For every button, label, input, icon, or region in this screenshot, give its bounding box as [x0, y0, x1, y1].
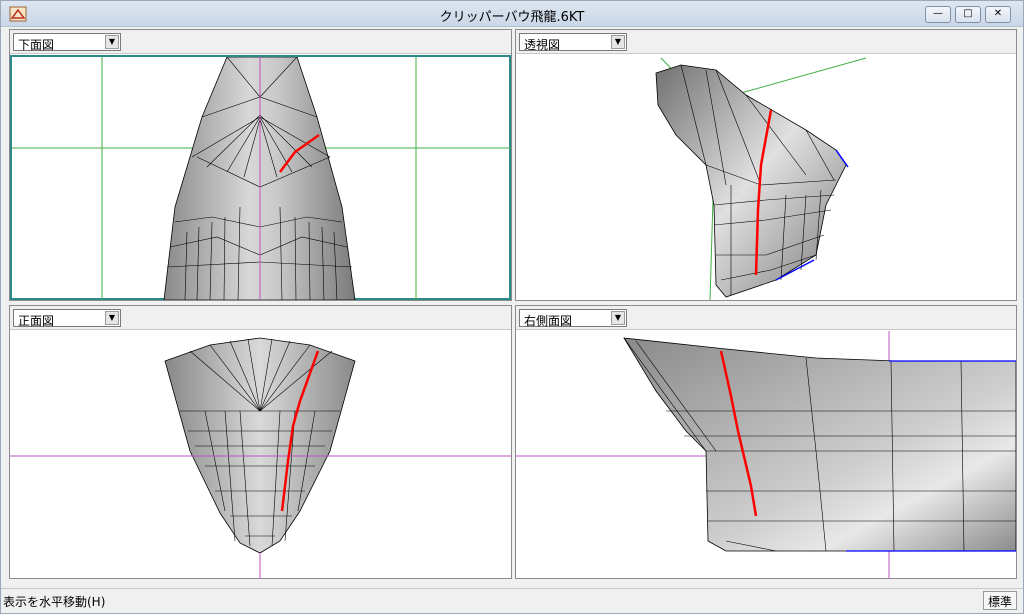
view-select-label: 透視図	[524, 38, 561, 52]
pane-perspective-view: 透視図 ▼	[515, 29, 1017, 301]
pane-bottom-view: 下面図 ▼	[9, 29, 512, 301]
pane-front-view: 正面図 ▼	[9, 305, 512, 579]
hull-surface	[164, 337, 356, 554]
minimize-button[interactable]: —	[925, 6, 951, 23]
view-select-perspective[interactable]: 透視図 ▼	[519, 33, 627, 52]
pane-toolbar: 右側面図 ▼	[516, 306, 1016, 330]
view-select-label: 右側面図	[524, 314, 573, 328]
viewport-right-side[interactable]	[516, 331, 1016, 578]
viewport-front[interactable]	[10, 331, 511, 578]
chevron-down-icon[interactable]: ▼	[611, 35, 625, 49]
hull-bottom-view	[12, 57, 511, 300]
pane-right-side-view: 右側面図 ▼	[515, 305, 1017, 579]
maximize-button[interactable]: □	[955, 6, 981, 23]
view-select-label: 正面図	[18, 314, 55, 328]
pane-toolbar: 正面図 ▼	[10, 306, 511, 330]
status-mode-badge: 標準	[982, 591, 1017, 610]
close-button[interactable]: ✕	[985, 6, 1011, 23]
hull-front-view	[10, 337, 511, 578]
hull-side-view	[516, 331, 1016, 578]
view-select-bottom[interactable]: 下面図 ▼	[13, 33, 121, 52]
viewport-bottom[interactable]	[10, 55, 511, 300]
app-window: クリッパーバウ飛龍.6KT — □ ✕ 下面図 ▼ 透視図 ▼ 正面図 ▼ 右側…	[0, 0, 1024, 614]
axis-line	[740, 57, 867, 94]
view-select-right[interactable]: 右側面図 ▼	[519, 309, 627, 328]
pane-toolbar: 下面図 ▼	[10, 30, 511, 54]
window-title: クリッパーバウ飛龍.6KT	[439, 10, 585, 25]
pane-toolbar: 透視図 ▼	[516, 30, 1016, 54]
status-text: 表示を水平移動(H)	[3, 595, 106, 609]
status-bar: 表示を水平移動(H) 標準	[1, 588, 1023, 613]
chevron-down-icon[interactable]: ▼	[105, 35, 119, 49]
viewport-perspective[interactable]	[516, 55, 1016, 300]
view-select-front[interactable]: 正面図 ▼	[13, 309, 121, 328]
chevron-down-icon[interactable]: ▼	[611, 311, 625, 325]
chevron-down-icon[interactable]: ▼	[105, 311, 119, 325]
hull-surface	[623, 337, 1016, 552]
view-select-label: 下面図	[18, 38, 55, 52]
hull-perspective-view	[655, 57, 867, 300]
title-bar: クリッパーバウ飛龍.6KT — □ ✕	[1, 1, 1023, 27]
